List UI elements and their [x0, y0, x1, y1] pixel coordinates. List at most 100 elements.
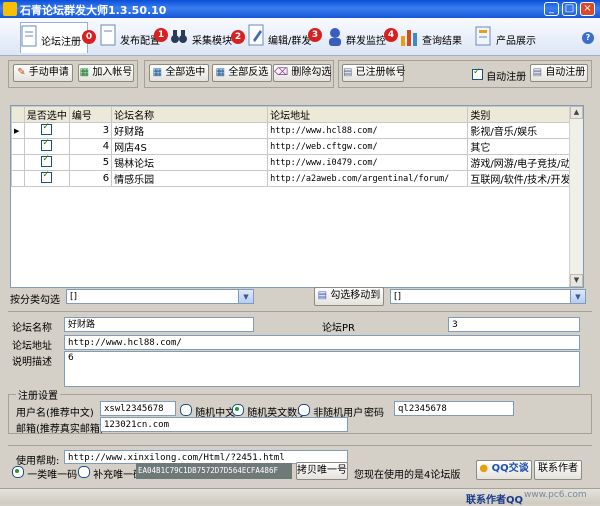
move-icon: ▤ — [317, 290, 328, 301]
invert-all-button[interactable]: ▦ 全部反选 — [212, 64, 272, 82]
window-title: 石青论坛群发大师1.3.50.10 — [20, 4, 167, 17]
table-header-row: 是否选中 编号 论坛名称 论坛地址 类别 — [11, 106, 583, 123]
col-forum-name[interactable]: 论坛名称 — [111, 106, 269, 123]
registered-accounts-button[interactable]: ▤ 已注册帐号 — [342, 64, 406, 82]
row-url: http://www.hcl88.com/ — [267, 122, 469, 139]
checkbox-icon — [472, 67, 483, 80]
eraser-icon: ⌫ — [274, 67, 289, 78]
monitor-user-icon — [329, 28, 341, 46]
help-label: 使用帮助: — [16, 456, 60, 467]
radio-icon — [232, 404, 244, 416]
reg-settings-legend: 注册设置 — [16, 387, 60, 402]
contact-author-button[interactable]: 联系作者 — [534, 460, 582, 480]
forum-pr-field[interactable]: 3 — [448, 317, 580, 332]
extra-code-radio[interactable]: 补充唯一码 — [78, 466, 143, 481]
one-code-radio[interactable]: 一类唯一码 — [12, 466, 77, 481]
tab-query-results[interactable]: 查询结果 — [400, 22, 462, 52]
maximize-button[interactable]: □ — [562, 2, 577, 16]
forum-name-field[interactable]: 好财路 — [64, 317, 254, 332]
row-category: 游戏/网游/电子竞技/动 — [467, 154, 583, 171]
watermark: www.pc6.com — [524, 490, 587, 500]
tab-collect-module[interactable]: 采集模块 — [170, 22, 232, 52]
auto-register-button[interactable]: ▤ 自动注册 — [530, 64, 588, 82]
manual-apply-button[interactable]: ✎ 手动申请 — [13, 64, 73, 82]
password-label: 密码 — [364, 408, 384, 419]
main-tabs: 论坛注册 0 发布配置 1 采集模块 2 编辑/群发 3 群发监控 4 查询结果… — [0, 18, 600, 56]
grid-icon: ▦ — [215, 67, 226, 78]
chevron-down-icon: ▼ — [570, 290, 585, 303]
help-icon[interactable]: ? — [582, 32, 594, 44]
email-field[interactable]: 123021cn.com — [100, 417, 348, 432]
table-row[interactable]: 5 锡林论坛 http://www.i0479.com/ 游戏/网游/电子竞技/… — [11, 154, 583, 171]
tab-broadcast-monitor[interactable]: 群发监控 — [326, 22, 386, 52]
scroll-down-icon[interactable]: ▼ — [570, 274, 583, 287]
tab-product-showcase[interactable]: 产品展示 — [474, 22, 536, 52]
radio-icon — [12, 466, 24, 478]
step-badge-0: 0 — [82, 30, 96, 44]
category-filter-select[interactable]: [] ▼ — [66, 289, 254, 304]
description-label: 说明描述 — [12, 357, 52, 368]
document-icon — [21, 25, 37, 47]
row-url: http://www.i0479.com/ — [267, 154, 469, 171]
unique-code-field[interactable]: EA04B1C79C1DB7572D7D564ECFA486F — [136, 463, 292, 479]
delete-checked-button[interactable]: ⌫ 删除勾选 — [273, 64, 331, 82]
tab-edit-broadcast[interactable]: 编辑/群发 — [248, 22, 311, 52]
row-id: 6 — [68, 170, 113, 187]
checkbox-icon — [41, 139, 53, 151]
email-label: 邮箱(推荐真实邮箱) — [16, 424, 104, 435]
title-bar: 石青论坛群发大师1.3.50.10 _ □ × — [0, 0, 600, 18]
table-vertical-scrollbar[interactable]: ▲ ▼ — [569, 106, 583, 287]
row-url: http://a2aweb.com/argentinal/forum/ — [267, 170, 469, 187]
description-field[interactable]: 6 — [64, 351, 580, 387]
qq-chat-button[interactable]: ● QQ交谈 — [476, 460, 532, 480]
col-category[interactable]: 类别 — [467, 106, 583, 123]
move-checked-button[interactable]: ▤ 勾选移动到 — [314, 287, 384, 306]
row-checkbox[interactable] — [23, 170, 70, 187]
row-checkbox[interactable] — [23, 154, 70, 171]
row-indicator — [11, 170, 25, 187]
add-icon: ▦ — [79, 67, 90, 78]
scroll-up-icon[interactable]: ▲ — [570, 106, 583, 119]
bar-chart-icon — [401, 30, 417, 46]
col-selected[interactable]: 是否选中 — [23, 106, 70, 123]
close-button[interactable]: × — [580, 2, 595, 16]
minimize-button[interactable]: _ — [544, 2, 559, 16]
select-all-button[interactable]: ▦ 全部选中 — [149, 64, 209, 82]
forum-table: 是否选中 编号 论坛名称 论坛地址 类别 ▶ 3 好财路 http://www.… — [10, 105, 584, 288]
col-id[interactable]: 编号 — [68, 106, 113, 123]
row-checkbox[interactable] — [23, 138, 70, 155]
target-category-select[interactable]: [] ▼ — [390, 289, 586, 304]
row-category: 其它 — [467, 138, 583, 155]
table-row[interactable]: 4 网店4S http://web.cftgw.com/ 其它 — [11, 138, 583, 155]
row-category: 互联网/软件/技术/开发 — [467, 170, 583, 187]
copy-code-button[interactable]: 拷贝唯一号 — [296, 462, 348, 480]
app-icon — [3, 2, 17, 16]
qq-icon: ● — [479, 463, 489, 474]
forum-url-field[interactable]: http://www.hcl88.com/ — [64, 335, 580, 350]
row-id: 3 — [68, 122, 113, 139]
row-category: 影视/音乐/娱乐 — [467, 122, 583, 139]
document-icon: ▤ — [532, 67, 543, 78]
tab-forum-register[interactable]: 论坛注册 — [20, 22, 88, 53]
add-account-button[interactable]: ▦ 加入帐号 — [78, 64, 134, 82]
row-name: 好财路 — [111, 122, 269, 139]
binoculars-icon — [171, 30, 187, 43]
table-row[interactable]: 6 情感乐园 http://a2aweb.com/argentinal/foru… — [11, 170, 583, 187]
auto-register-checkbox[interactable]: 自动注册 — [472, 67, 526, 83]
row-checkbox[interactable] — [23, 122, 70, 139]
table-row[interactable]: ▶ 3 好财路 http://www.hcl88.com/ 影视/音乐/娱乐 — [11, 122, 583, 139]
forum-url-label: 论坛地址 — [12, 341, 52, 352]
row-indicator: ▶ — [11, 122, 25, 139]
grid-icon: ▦ — [152, 67, 163, 78]
col-forum-url[interactable]: 论坛地址 — [267, 106, 469, 123]
row-indicator — [11, 154, 25, 171]
username-field[interactable]: xswl2345678 — [100, 401, 176, 416]
radio-icon — [298, 404, 310, 416]
radio-icon — [78, 466, 90, 478]
username-label: 用户名(推荐中文) — [16, 408, 94, 419]
product-icon — [475, 26, 491, 46]
checkbox-icon — [41, 155, 53, 167]
row-name: 情感乐园 — [111, 170, 269, 187]
password-field[interactable]: ql2345678 — [394, 401, 514, 416]
row-name: 锡林论坛 — [111, 154, 269, 171]
